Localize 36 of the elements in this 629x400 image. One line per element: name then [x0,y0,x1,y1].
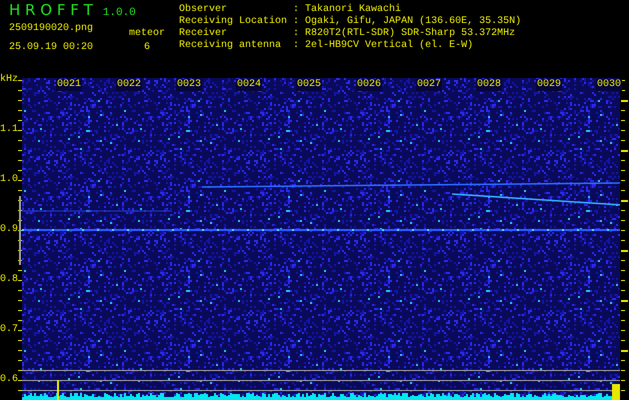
time-label: 0028 [476,79,502,91]
time-label: 0021 [56,79,82,91]
axis-label: 0.7 [0,324,18,336]
time-label: 0024 [236,79,262,91]
info-value: Ogaki, Gifu, JAPAN (136.60E, 35.35N) [305,16,522,28]
axis-label: 1.1 [0,124,18,136]
time-label: 0029 [536,79,562,91]
axis-label: 1.0 [0,174,18,186]
info-separator: : [293,40,300,52]
time-label: 0025 [296,79,322,91]
info-separator: : [293,16,300,28]
axis-label: 0.9 [0,224,18,236]
file-name: 2509190020.png [9,23,94,35]
info-value: R820T2(RTL-SDR) SDR-Sharp 53.372MHz [305,28,516,40]
axis-label: 0.6 [0,374,18,386]
info-label: Receiver [179,28,228,40]
info-label: Receiving antenna [179,40,282,52]
meteor-label: meteor [128,28,165,40]
time-label: 0026 [356,79,382,91]
axis-unit: kHz [0,74,18,86]
info-value: Takanori Kawachi [305,4,402,16]
info-value: 2el-HB9CV Vertical (el. E-W) [305,40,474,52]
info-separator: : [293,4,300,16]
app-title: H R O F F T [9,2,93,18]
info-label: Receiving Location [179,16,288,28]
range-marker [19,196,21,265]
meteor-count: 6 [144,42,150,54]
axis-label: 0.8 [0,274,18,286]
app-version: 1.0.0 [102,7,136,19]
time-label: 0030 [596,79,622,91]
info-label: Observer [179,4,228,16]
timestamp: 25.09.19 00:20 [9,42,94,54]
time-label: 0023 [176,79,202,91]
time-label: 0027 [416,79,442,91]
time-label: 0022 [116,79,142,91]
info-separator: : [293,28,300,40]
